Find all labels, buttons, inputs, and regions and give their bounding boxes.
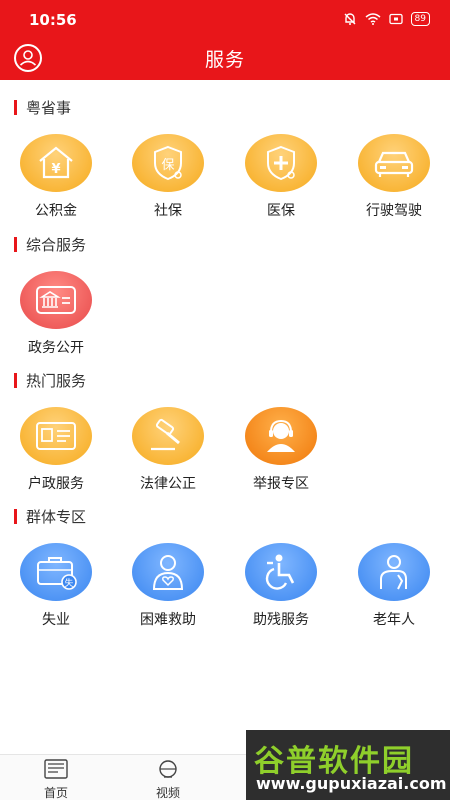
section-accent-bar (14, 236, 17, 252)
watermark-url: www.gupuxiazai.com (256, 774, 447, 793)
service-social-security[interactable]: 保 社保 (112, 134, 224, 220)
section-title-text: 综合服务 (26, 235, 87, 254)
section-accent-bar (14, 508, 17, 524)
svg-text:¥: ¥ (51, 162, 60, 177)
mute-bell-icon (344, 13, 356, 25)
tab-home[interactable]: 首页 (26, 759, 86, 800)
service-report-zone[interactable]: 举报专区 (225, 407, 337, 493)
service-label: 政务公开 (28, 340, 84, 356)
person-heart-icon (132, 543, 204, 601)
service-elderly[interactable]: 老年人 (338, 543, 450, 629)
headset-agent-icon (245, 407, 317, 465)
service-label: 行驶驾驶 (366, 203, 422, 219)
gavel-icon (132, 407, 204, 465)
shield-plus-icon (245, 134, 317, 192)
service-driving[interactable]: 行驶驾驶 (338, 134, 450, 220)
section-title: 综合服务 (14, 235, 87, 254)
service-label: 户政服务 (28, 476, 84, 492)
svg-text:保: 保 (161, 158, 174, 173)
service-hardship-relief[interactable]: 困难救助 (112, 543, 224, 629)
service-unemployment[interactable]: 失 失业 (0, 543, 112, 629)
status-icons: 89 (343, 12, 430, 26)
elderly-icon (358, 543, 430, 601)
svg-text:失: 失 (64, 577, 73, 589)
service-label: 失业 (42, 612, 70, 628)
service-government-affairs[interactable]: 政务公开 (0, 271, 112, 357)
video-icon (159, 760, 177, 778)
service-label: 公积金 (35, 203, 77, 219)
service-legal-notary[interactable]: 法律公正 (112, 407, 224, 493)
shield-bao-icon: 保 (132, 134, 204, 192)
service-label: 举报专区 (253, 476, 309, 492)
battery-indicator: 89 (410, 12, 430, 26)
section-accent-bar (14, 99, 17, 115)
service-label: 法律公正 (140, 476, 196, 492)
briefcase-shi-icon: 失 (20, 543, 92, 601)
status-time: 10:56 (29, 11, 77, 29)
section-title: 粤省事 (14, 98, 72, 117)
service-disability-aid[interactable]: 助残服务 (225, 543, 337, 629)
house-yuan-icon: ¥ (20, 134, 92, 192)
service-label: 医保 (267, 203, 295, 219)
service-medical-insurance[interactable]: 医保 (225, 134, 337, 220)
car-icon (358, 134, 430, 192)
tab-label: 视频 (155, 786, 180, 800)
news-icon (44, 759, 68, 779)
government-building-icon (20, 271, 92, 329)
tab-label: 首页 (43, 786, 68, 800)
top-bar: 10:56 89 服务 (0, 0, 450, 80)
section-title-text: 粤省事 (26, 98, 72, 117)
section-title-text: 群体专区 (26, 507, 87, 526)
section-title: 热门服务 (14, 371, 87, 390)
service-label: 社保 (154, 203, 182, 219)
page-title: 服务 (204, 49, 245, 71)
wheelchair-icon (245, 543, 317, 601)
watermark-overlay: 谷普软件园 www.gupuxiazai.com (246, 730, 450, 800)
section-title: 群体专区 (14, 507, 87, 526)
service-label: 老年人 (373, 612, 415, 628)
wifi-icon (365, 13, 381, 25)
screen-record-icon (388, 13, 403, 25)
status-bar: 10:56 89 (0, 0, 450, 40)
id-card-icon (20, 407, 92, 465)
tab-video[interactable]: 视频 (138, 759, 198, 800)
service-household-registration[interactable]: 户政服务 (0, 407, 112, 493)
section-accent-bar (14, 372, 17, 388)
service-label: 助残服务 (253, 612, 309, 628)
service-label: 困难救助 (140, 612, 196, 628)
service-housing-fund[interactable]: ¥ 公积金 (0, 134, 112, 220)
section-title-text: 热门服务 (26, 371, 87, 390)
